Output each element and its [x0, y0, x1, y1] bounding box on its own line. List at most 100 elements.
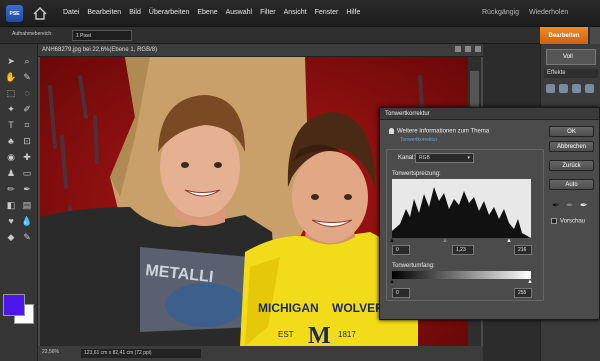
move-tool-icon[interactable]: ➤ — [5, 56, 17, 67]
menu-fenster[interactable]: Fenster — [315, 9, 339, 16]
channel-value: RGB — [419, 155, 430, 161]
menu-filter[interactable]: Filter — [260, 9, 276, 16]
gradient-tool-icon[interactable]: ▤ — [21, 200, 33, 211]
clone-stamp-tool-icon[interactable]: ♟ — [5, 168, 17, 179]
effect-thumb-icon[interactable] — [546, 84, 555, 93]
svg-text:1817: 1817 — [338, 330, 356, 339]
output-black-field[interactable]: 0 — [392, 288, 410, 298]
effect-thumb-icon[interactable] — [572, 84, 581, 93]
help-link[interactable]: Tonwertkorrektur — [400, 137, 437, 143]
custom-shape-tool-icon[interactable]: ♥ — [5, 216, 17, 227]
white-point-slider[interactable]: ▲ — [506, 238, 512, 244]
document-status-bar: 22,56% 123,61 cm x 82,41 cm (72 ppi) — [38, 346, 483, 361]
eyedroppers: ✒ ✒ ✒ — [552, 199, 588, 211]
menu-ebene[interactable]: Ebene — [197, 9, 217, 16]
eraser-tool-icon[interactable]: ▭ — [21, 168, 33, 179]
black-point-slider[interactable]: ▲ — [389, 238, 395, 244]
input-white-field[interactable]: 216 — [514, 245, 532, 255]
dialog-title: Tonwertkorrektur — [380, 108, 599, 120]
selection-brush-tool-icon[interactable]: ✐ — [21, 104, 33, 115]
preview-label: Vorschau — [560, 218, 586, 225]
black-eyedropper-icon[interactable]: ✒ — [552, 199, 560, 211]
maximize-icon[interactable] — [465, 46, 471, 52]
menu-bearbeiten[interactable]: Bearbeiten — [87, 9, 121, 16]
scrollbar-thumb[interactable] — [470, 71, 479, 111]
lightbulb-icon — [389, 128, 394, 134]
sponge-tool-icon[interactable]: ◆ — [5, 232, 17, 243]
hand-tool-icon[interactable]: ✋ — [5, 72, 17, 83]
effect-thumb-icon[interactable] — [559, 84, 568, 93]
marquee-tool-icon[interactable]: ⬚ — [5, 88, 17, 99]
input-gamma-field[interactable]: 1,23 — [452, 245, 474, 255]
close-icon[interactable] — [475, 46, 481, 52]
home-icon[interactable] — [33, 7, 47, 20]
menu-bar: PSE Datei Bearbeiten Bild Überarbeiten E… — [0, 0, 600, 27]
blur-tool-icon[interactable]: 💧 — [21, 216, 33, 227]
paint-bucket-tool-icon[interactable]: ◧ — [5, 200, 17, 211]
menu-datei[interactable]: Datei — [63, 9, 79, 16]
brush-tool-icon[interactable]: ✏ — [5, 184, 17, 195]
white-eyedropper-icon[interactable]: ✒ — [580, 199, 588, 211]
pencil-tool-icon[interactable]: ✎ — [21, 232, 33, 243]
smart-brush-tool-icon[interactable]: ✒ — [21, 184, 33, 195]
input-slider-track[interactable]: ▲ ▲ ▲ — [389, 238, 531, 244]
svg-text:M: M — [308, 323, 331, 346]
view-full-button[interactable]: Voll — [546, 49, 596, 65]
healing-brush-tool-icon[interactable]: ✚ — [21, 152, 33, 163]
auto-button[interactable]: Auto — [549, 179, 594, 190]
eyedropper-tool-icon[interactable]: ✎ — [21, 72, 33, 83]
tab-edit[interactable]: Bearbeiten — [540, 27, 588, 44]
straighten-tool-icon[interactable]: ⊡ — [21, 136, 33, 147]
svg-text:MICHIGAN: MICHIGAN — [258, 301, 319, 315]
document-window-controls — [451, 46, 481, 55]
crop-tool-icon[interactable]: ⌗ — [21, 120, 33, 131]
magic-wand-tool-icon[interactable]: ✦ — [5, 104, 17, 115]
gamma-slider[interactable]: ▲ — [442, 238, 448, 244]
effect-thumb-icon[interactable] — [585, 84, 594, 93]
menu-hilfe[interactable]: Hilfe — [346, 9, 360, 16]
output-black-slider[interactable]: ▲ — [389, 279, 395, 285]
gray-eyedropper-icon[interactable]: ✒ — [566, 199, 574, 211]
output-gradient — [392, 271, 531, 279]
options-bar: Aufnahmebereich: 1 Pixel — [0, 27, 540, 44]
tab-more[interactable] — [590, 27, 600, 44]
ok-button[interactable]: OK — [549, 126, 594, 137]
undo-button[interactable]: Rückgängig — [482, 9, 519, 16]
minimize-icon[interactable] — [455, 46, 461, 52]
cookie-cutter-tool-icon[interactable]: ♣ — [5, 136, 17, 147]
document-title-text: ANH68279.jpg bei 22,6%(Ebene 1, RGB/8) — [42, 47, 158, 53]
svg-text:EST: EST — [278, 330, 294, 339]
preview-checkbox[interactable]: Vorschau — [551, 218, 585, 225]
redo-button[interactable]: Wiederholen — [529, 9, 568, 16]
reset-button[interactable]: Zurück — [549, 160, 594, 171]
output-slider-track[interactable]: ▲ ▲ — [389, 279, 533, 285]
foreground-color-swatch[interactable] — [3, 294, 25, 316]
menu-ueberarbeiten[interactable]: Überarbeiten — [149, 9, 189, 16]
input-black-field[interactable]: 0 — [392, 245, 410, 255]
effects-header[interactable]: Effekte — [544, 69, 598, 78]
lasso-tool-icon[interactable]: ◌ — [21, 88, 33, 99]
effects-thumbnails — [546, 84, 596, 93]
red-eye-tool-icon[interactable]: ◉ — [5, 152, 17, 163]
info-text: Weitere Informationen zum Thema — [389, 128, 489, 135]
cancel-button[interactable]: Abbrechen — [549, 141, 594, 152]
chevron-down-icon: ▾ — [467, 155, 470, 161]
sample-size-select[interactable]: 1 Pixel — [72, 30, 132, 41]
zoom-tool-icon[interactable]: ⌕ — [21, 56, 33, 67]
output-white-field[interactable]: 255 — [514, 288, 532, 298]
zoom-level[interactable]: 22,56% — [42, 349, 59, 355]
effects-label: Effekte — [547, 70, 566, 76]
type-tool-icon[interactable]: T — [5, 120, 17, 131]
toolbox: ➤ ⌕ ✋ ✎ ⬚ ◌ ✦ ✐ T ⌗ ♣ ⊡ ◉ ✚ ♟ ▭ ✏ ✒ ◧ ▤ … — [0, 44, 38, 361]
input-levels-label: Tonwertspreizung: — [392, 171, 441, 177]
channel-select[interactable]: RGB ▾ — [415, 153, 474, 163]
main-menu: Datei Bearbeiten Bild Überarbeiten Ebene… — [63, 9, 368, 16]
menu-bild[interactable]: Bild — [129, 9, 141, 16]
output-white-slider[interactable]: ▲ — [527, 279, 533, 285]
menu-auswahl[interactable]: Auswahl — [226, 9, 252, 16]
document-title: ANH68279.jpg bei 22,6%(Ebene 1, RGB/8) — [38, 44, 483, 57]
view-full-label: Voll — [563, 54, 573, 60]
menu-ansicht[interactable]: Ansicht — [284, 9, 307, 16]
checkbox-icon[interactable] — [551, 218, 557, 224]
app-logo: PSE — [6, 5, 23, 22]
